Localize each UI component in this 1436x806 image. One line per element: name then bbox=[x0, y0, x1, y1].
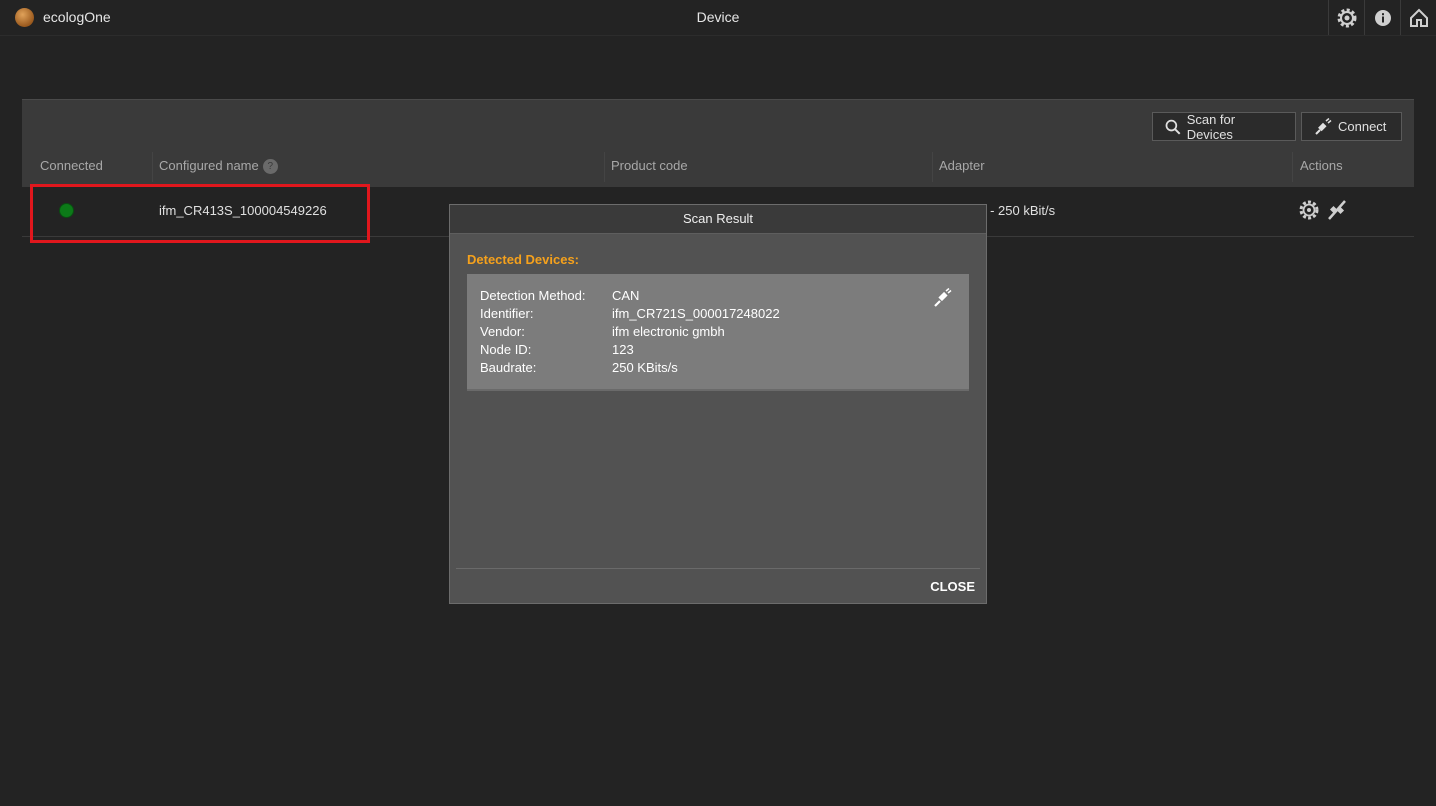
field-label: Node ID: bbox=[480, 342, 532, 357]
dialog-divider bbox=[456, 568, 980, 569]
field-label: Identifier: bbox=[480, 306, 534, 321]
info-button[interactable] bbox=[1364, 0, 1401, 35]
help-icon[interactable]: ? bbox=[262, 159, 278, 175]
column-header-actions: Actions bbox=[1300, 158, 1343, 173]
field-value: CAN bbox=[612, 288, 640, 303]
column-header-adapter[interactable]: Adapter bbox=[939, 158, 985, 173]
field-value: 123 bbox=[612, 342, 634, 357]
highlight-box bbox=[30, 184, 370, 243]
column-header-product-code[interactable]: Product code bbox=[611, 158, 688, 173]
dialog-title: Scan Result bbox=[450, 205, 986, 234]
column-divider bbox=[604, 152, 605, 182]
scan-for-devices-button[interactable]: Scan for Devices bbox=[1152, 111, 1296, 142]
column-divider bbox=[152, 152, 153, 182]
home-icon bbox=[1410, 8, 1428, 27]
home-button[interactable] bbox=[1400, 0, 1436, 35]
settings-button[interactable] bbox=[1328, 0, 1365, 35]
connect-label: Connect bbox=[1338, 119, 1387, 134]
scan-result-dialog: Scan Result Detected Devices: Detection … bbox=[449, 204, 987, 604]
gear-icon bbox=[1337, 8, 1357, 27]
column-header-configured-name[interactable]: Configured name? bbox=[159, 158, 278, 175]
column-divider bbox=[932, 152, 933, 182]
detected-devices-label: Detected Devices: bbox=[467, 252, 579, 267]
scan-for-devices-label: Scan for Devices bbox=[1186, 111, 1236, 142]
detected-device-card[interactable]: Detection Method: CAN Identifier: ifm_CR… bbox=[467, 274, 969, 391]
page-title: Device bbox=[696, 9, 740, 25]
field-label: Detection Method: bbox=[480, 288, 586, 303]
plug-icon bbox=[934, 287, 952, 307]
configured-name-label: Configured name bbox=[159, 158, 259, 173]
connect-button[interactable]: Connect bbox=[1301, 112, 1402, 141]
column-header-connected[interactable]: Connected bbox=[40, 158, 103, 173]
field-label: Baudrate: bbox=[480, 360, 537, 375]
field-value: ifm electronic gmbh bbox=[612, 324, 725, 339]
plug-icon bbox=[1315, 117, 1332, 135]
title-bar: ecologOne Device bbox=[0, 0, 1436, 36]
field-label: Vendor: bbox=[480, 324, 525, 339]
device-settings-button[interactable] bbox=[1298, 199, 1320, 224]
gear-icon bbox=[1299, 200, 1319, 220]
connect-device-button[interactable] bbox=[933, 287, 953, 311]
disconnect-button[interactable] bbox=[1327, 199, 1347, 224]
search-icon bbox=[1165, 119, 1181, 135]
field-value: 250 KBits/s bbox=[612, 360, 678, 375]
field-value: ifm_CR721S_000017248022 bbox=[612, 306, 780, 321]
info-icon bbox=[1375, 9, 1391, 26]
unplug-icon bbox=[1328, 200, 1346, 220]
device-panel: Scan for Devices Connect Connected Confi… bbox=[22, 99, 1414, 187]
close-button[interactable]: CLOSE bbox=[930, 579, 975, 594]
column-divider bbox=[1292, 152, 1293, 182]
